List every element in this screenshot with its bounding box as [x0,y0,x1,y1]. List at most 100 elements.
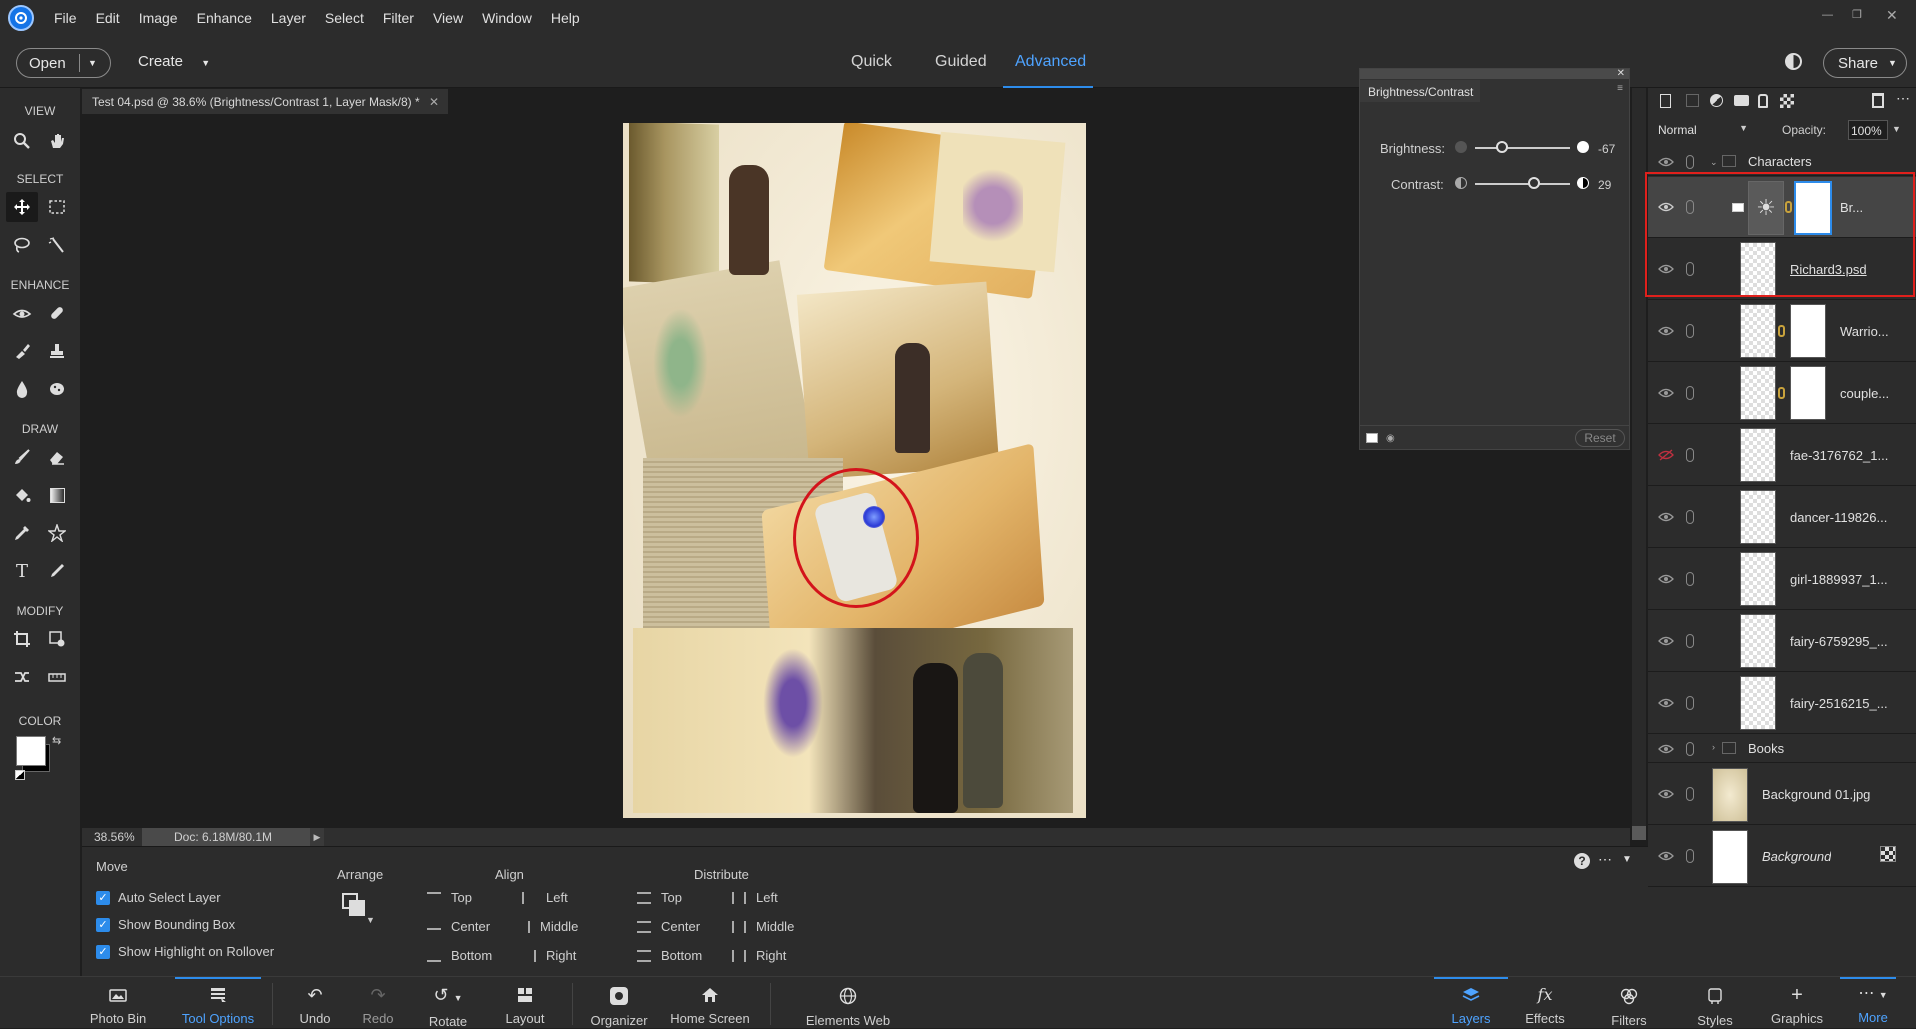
panel-titlebar[interactable] [1360,69,1629,79]
eyedropper-icon[interactable] [6,518,38,548]
custom-shape-icon[interactable] [41,518,73,548]
menu-image[interactable]: Image [139,10,178,26]
menu-edit[interactable]: Edit [96,10,120,26]
show-bounding-box-checkbox[interactable]: ✓ Show Bounding Box [96,917,235,932]
crop-icon[interactable] [6,624,38,654]
visibility-eye-icon[interactable] [1658,635,1674,647]
foreground-color-swatch[interactable] [16,736,46,766]
recompose-icon[interactable] [41,624,73,654]
check-icon[interactable]: ✓ [96,890,110,905]
layer-row-background[interactable]: Background [1648,826,1916,887]
layer-row-background01[interactable]: Background 01.jpg [1648,764,1916,825]
contrast-slider-knob[interactable] [1527,177,1540,189]
redo-button[interactable]: ↷ Redo [353,977,403,1029]
align-middle-button[interactable]: Middle [522,919,578,934]
brightness-slider-track[interactable] [1475,147,1570,149]
content-move-icon[interactable] [6,662,38,692]
opacity-input[interactable]: 100% [1848,120,1888,140]
group-row-books[interactable]: › Books [1648,735,1916,763]
filters-button[interactable]: Filters [1596,977,1662,1029]
lasso-icon[interactable] [6,230,38,260]
menu-help[interactable]: Help [551,10,580,26]
visibility-icon[interactable]: ◉ [1386,433,1400,444]
layout-button[interactable]: Layout [498,977,552,1029]
brightness-value[interactable]: -67 [1598,142,1615,156]
layer-row-girl[interactable]: girl-1889937_1... [1648,549,1916,610]
layer-row-couple[interactable]: couple... [1648,363,1916,424]
rotate-button[interactable]: ↺ ▼ Rotate [420,977,476,1029]
visibility-eye-icon[interactable] [1658,697,1674,709]
distribute-middle-button[interactable]: Middle [732,919,794,934]
reset-button[interactable]: Reset [1575,429,1625,447]
blur-icon[interactable] [6,374,38,404]
link-icon[interactable] [1686,324,1694,338]
adjustment-layer-icon[interactable] [1710,94,1723,107]
auto-select-layer-checkbox[interactable]: ✓ Auto Select Layer [96,890,221,905]
show-highlight-checkbox[interactable]: ✓ Show Highlight on Rollover [96,944,274,959]
mask-link-icon[interactable] [1778,325,1785,337]
layer-mask-thumbnail[interactable] [1790,366,1826,420]
spot-heal-icon[interactable] [41,298,73,328]
zoom-icon[interactable] [6,126,38,156]
canvas-image[interactable] [623,123,1086,818]
expand-chevron-icon[interactable]: › [1712,742,1715,752]
visibility-eye-icon[interactable] [1658,325,1674,337]
new-group-icon[interactable] [1686,94,1699,107]
paint-bucket-icon[interactable] [6,480,38,510]
layer-row-fairy-6759295[interactable]: fairy-6759295_... [1648,611,1916,672]
share-button[interactable]: Share ▼ [1823,48,1907,78]
distribute-bottom-button[interactable]: Bottom [637,948,702,963]
layer-row-warrior[interactable]: Warrio... [1648,301,1916,362]
graphics-button[interactable]: + Graphics [1762,977,1832,1029]
visibility-eye-icon[interactable] [1658,387,1674,399]
menu-enhance[interactable]: Enhance [197,10,252,26]
undo-button[interactable]: ↶ Undo [290,977,340,1029]
tab-guided[interactable]: Guided [935,53,987,71]
close-panel-icon[interactable]: ✕ [1617,68,1625,79]
tool-options-button[interactable]: Tool Options [175,977,261,1029]
menu-file[interactable]: File [54,10,77,26]
status-menu-arrow-icon[interactable]: ▶ [310,828,324,846]
visibility-eye-icon[interactable] [1658,850,1674,862]
home-screen-button[interactable]: Home Screen [665,977,755,1029]
close-tab-icon[interactable]: ✕ [429,95,439,109]
link-icon[interactable] [1686,510,1694,524]
minimize-icon[interactable]: — [1822,10,1836,21]
effects-button[interactable]: fx Effects [1512,977,1578,1029]
distribute-left-button[interactable]: Left [732,890,778,905]
layer-row-fairy-2516215[interactable]: fairy-2516215_... [1648,673,1916,734]
layer-mask-icon[interactable] [1734,95,1749,106]
brightness-slider-knob[interactable] [1495,141,1508,153]
doc-size[interactable]: Doc: 6.18M/80.1M [142,828,322,846]
chevron-down-icon[interactable]: ▼ [1892,124,1901,134]
align-bottom-button[interactable]: Bottom [427,948,492,963]
expand-chevron-icon[interactable]: ⌄ [1710,157,1718,168]
hidden-eye-icon[interactable] [1658,449,1674,461]
marquee-icon[interactable] [41,192,73,222]
distribute-center-button[interactable]: Center [637,919,700,934]
link-icon[interactable] [1686,787,1694,801]
close-window-icon[interactable]: ✕ [1886,8,1900,22]
quick-select-icon[interactable] [41,230,73,260]
link-icon[interactable] [1686,742,1694,756]
chevron-down-icon[interactable]: ▼ [88,58,97,68]
visibility-eye-icon[interactable] [1658,156,1674,168]
menu-select[interactable]: Select [325,10,364,26]
more-options-icon[interactable]: ⋯ [1598,851,1612,868]
tab-quick[interactable]: Quick [851,53,892,71]
clip-to-layer-icon[interactable] [1366,433,1378,443]
layer-row-fae[interactable]: fae-3176762_1... [1648,425,1916,486]
link-icon[interactable] [1686,572,1694,586]
visibility-eye-icon[interactable] [1658,743,1674,755]
trash-icon[interactable] [1872,93,1884,108]
contrast-value[interactable]: 29 [1598,178,1611,192]
link-icon[interactable] [1686,155,1694,169]
zoom-level[interactable]: 38.56% [94,830,135,844]
styles-button[interactable]: Styles [1682,977,1748,1029]
link-icon[interactable] [1686,634,1694,648]
menu-filter[interactable]: Filter [383,10,414,26]
hand-icon[interactable] [41,126,73,156]
sponge-icon[interactable] [41,374,73,404]
mask-link-icon[interactable] [1778,387,1785,399]
link-icon[interactable] [1686,849,1694,863]
